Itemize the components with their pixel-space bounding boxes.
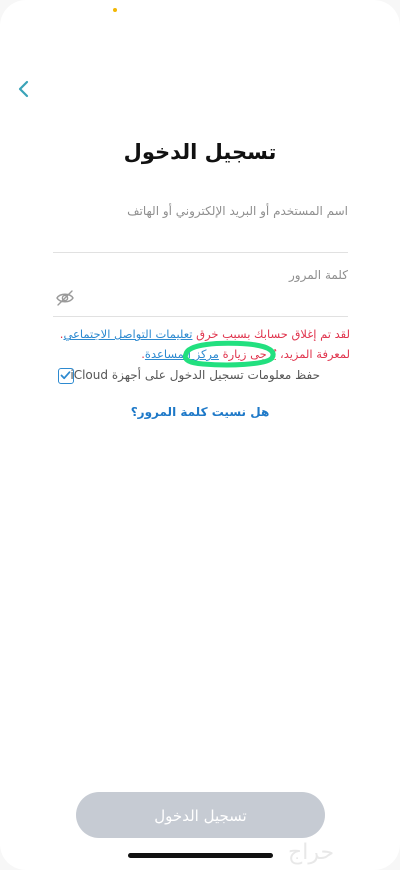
login-screen: تسجيل الدخول اسم المستخدم أو البريد الإل… [0, 0, 400, 870]
username-underline [53, 252, 348, 253]
status-indicator-dot [113, 8, 117, 12]
password-underline [53, 316, 348, 317]
password-input[interactable] [104, 285, 348, 315]
error-text-1: لقد تم إغلاق حسابك بسبب خرق [192, 327, 350, 341]
username-input[interactable] [134, 222, 348, 252]
community-guidelines-link[interactable]: تعليمات التواصل الاجتماعي [63, 327, 192, 341]
chevron-left-icon[interactable] [12, 76, 38, 102]
password-label: كلمة المرور [288, 268, 348, 282]
page-title: تسجيل الدخول [123, 140, 277, 164]
eye-slash-icon[interactable] [55, 289, 75, 307]
username-label: اسم المستخدم أو البريد الإلكتروني أو اله… [127, 204, 348, 218]
checkmark-icon [60, 371, 71, 380]
login-button[interactable]: تسجيل الدخول [76, 792, 325, 838]
watermark-logo: حراج [288, 840, 335, 865]
remember-login-checkbox[interactable] [58, 368, 74, 384]
home-indicator [128, 853, 273, 858]
error-message: لقد تم إغلاق حسابك بسبب خرق تعليمات التو… [52, 324, 350, 364]
forgot-password-link[interactable]: هل نسيت كلمة المرور؟ [0, 405, 400, 419]
help-center-link[interactable]: مركز المساعدة [145, 347, 219, 361]
remember-login-label: حفظ معلومات تسجيل الدخول على أجهزة iClou… [70, 368, 320, 382]
